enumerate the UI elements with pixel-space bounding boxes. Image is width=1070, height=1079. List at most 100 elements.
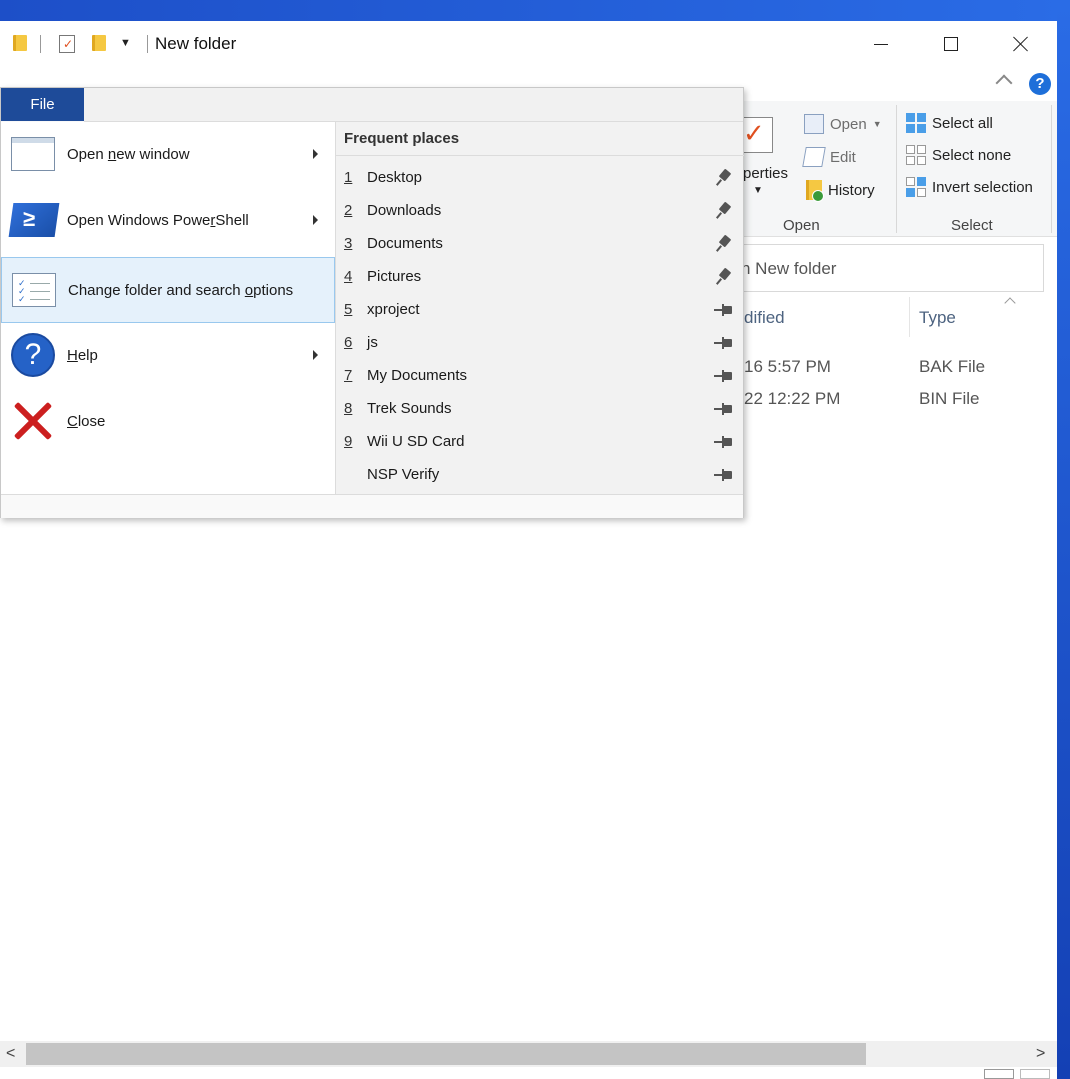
row-1-modified[interactable]: 16 5:57 PM: [744, 357, 831, 377]
maximize-button[interactable]: [928, 29, 974, 59]
select-none-button[interactable]: Select none: [906, 145, 1011, 165]
place-number: 5: [344, 301, 353, 318]
place-number: 9: [344, 433, 353, 450]
row-2-type[interactable]: BIN File: [919, 389, 979, 409]
frequent-place-item[interactable]: 7 My Documents: [336, 360, 744, 393]
select-all-button[interactable]: Select all: [906, 113, 993, 133]
desktop-background-right: [1057, 0, 1070, 1079]
search-input[interactable]: n New folder: [740, 244, 1044, 292]
properties-dropdown-icon[interactable]: ▼: [753, 185, 763, 196]
file-tab[interactable]: File: [1, 88, 84, 121]
place-name: js: [367, 334, 378, 351]
properties-quick-icon[interactable]: ✓: [59, 35, 75, 53]
history-icon: [806, 180, 824, 202]
frequent-places-pane: Frequent places 1 Desktop 2 Downloads 3 …: [335, 122, 744, 494]
place-name: Wii U SD Card: [367, 433, 465, 450]
open-dropdown-icon: ▼: [872, 119, 882, 129]
details-view-icon[interactable]: [984, 1069, 1014, 1079]
folder-options-icon: ✓ ✓ ✓: [12, 273, 56, 307]
pinned-icon[interactable]: [714, 234, 732, 252]
close-item[interactable]: Close: [1, 389, 335, 453]
help-icon[interactable]: ?: [1029, 73, 1051, 95]
frequent-place-item[interactable]: 6 js: [336, 327, 744, 360]
quick-access-separator: [40, 35, 41, 53]
new-window-icon: [11, 137, 55, 171]
properties-icon[interactable]: ✓: [743, 117, 773, 153]
help-question-icon: ?: [11, 333, 55, 377]
edit-button[interactable]: Edit: [802, 147, 856, 167]
frequent-place-item[interactable]: 9 Wii U SD Card: [336, 426, 744, 459]
file-menu-commands: Open new window ≥ Open Windows PowerShel…: [1, 122, 335, 494]
horizontal-scrollbar[interactable]: < >: [0, 1041, 1057, 1067]
edit-label: Edit: [830, 148, 856, 166]
unpinned-icon[interactable]: [714, 467, 732, 483]
invert-selection-button[interactable]: Invert selection: [906, 177, 1033, 197]
customize-toolbar-dropdown-icon[interactable]: ▼: [120, 37, 131, 49]
change-folder-options-item[interactable]: ✓ ✓ ✓ Change folder and search options: [1, 257, 335, 323]
properties-label[interactable]: perties: [743, 165, 788, 182]
open-label: Open: [830, 115, 867, 133]
place-number: 2: [344, 202, 353, 219]
desktop-background: [0, 0, 1070, 21]
frequent-place-item[interactable]: NSP Verify: [336, 459, 744, 492]
edit-icon: [802, 147, 826, 167]
large-icons-view-icon[interactable]: [1020, 1069, 1050, 1079]
scrollbar-thumb[interactable]: [26, 1043, 866, 1065]
column-separator[interactable]: [909, 297, 910, 337]
place-name: xproject: [367, 301, 420, 318]
title-bar: ✓ ▼ New folder: [0, 21, 1057, 67]
select-all-icon: [906, 113, 926, 133]
explorer-window: ✓ ▼ New folder ? ✓ perties ▼ Open ▼ Edit…: [0, 21, 1057, 1079]
place-number: 8: [344, 400, 353, 417]
title-separator: [147, 35, 148, 53]
help-item[interactable]: ? Help: [1, 323, 335, 387]
history-button[interactable]: History: [806, 180, 875, 202]
column-header-type[interactable]: Type: [919, 308, 956, 328]
scroll-left-icon[interactable]: <: [6, 1045, 15, 1063]
row-1-type[interactable]: BAK File: [919, 357, 985, 377]
help-label: Help: [67, 346, 98, 364]
new-folder-quick-icon[interactable]: [92, 35, 106, 51]
frequent-place-item[interactable]: 3 Documents: [336, 228, 744, 261]
frequent-place-item[interactable]: 5 xproject: [336, 294, 744, 327]
pinned-icon[interactable]: [714, 168, 732, 186]
frequent-place-item[interactable]: 8 Trek Sounds: [336, 393, 744, 426]
pinned-icon[interactable]: [714, 201, 732, 219]
minimize-icon: [874, 43, 888, 45]
row-2-modified[interactable]: 22 12:22 PM: [744, 389, 840, 409]
search-placeholder: n New folder: [741, 259, 837, 278]
column-header-date-modified[interactable]: dified: [744, 308, 785, 328]
open-powershell-item[interactable]: ≥ Open Windows PowerShell: [1, 188, 335, 252]
close-icon: [1013, 36, 1029, 52]
place-number: 4: [344, 268, 353, 285]
change-folder-options-label: Change folder and search options: [68, 281, 294, 299]
unpinned-icon[interactable]: [714, 302, 732, 318]
file-menu: File Open new window ≥ Open Windows Powe…: [0, 87, 744, 518]
open-new-window-item[interactable]: Open new window: [1, 122, 335, 186]
sort-ascending-icon: [1004, 297, 1016, 309]
frequent-place-item[interactable]: 4 Pictures: [336, 261, 744, 294]
pinned-icon[interactable]: [714, 267, 732, 285]
history-label: History: [828, 181, 875, 199]
file-menu-footer: [1, 494, 743, 518]
unpinned-icon[interactable]: [714, 401, 732, 417]
open-button[interactable]: Open ▼: [804, 114, 882, 134]
select-group-label: Select: [951, 217, 993, 234]
minimize-ribbon-chevron-icon[interactable]: [995, 74, 1013, 92]
submenu-arrow-icon: [313, 350, 318, 360]
close-red-x-icon: [11, 399, 55, 443]
select-none-label: Select none: [932, 146, 1012, 164]
unpinned-icon[interactable]: [714, 335, 732, 351]
invert-selection-icon: [906, 177, 926, 197]
place-name: Trek Sounds: [367, 400, 452, 417]
unpinned-icon[interactable]: [714, 368, 732, 384]
scroll-right-icon[interactable]: >: [1036, 1045, 1045, 1063]
frequent-place-item[interactable]: 2 Downloads: [336, 195, 744, 228]
place-name: NSP Verify: [367, 466, 440, 483]
frequent-place-item[interactable]: 1 Desktop: [336, 162, 744, 195]
close-window-button[interactable]: [998, 29, 1044, 59]
minimize-button[interactable]: [858, 29, 904, 59]
place-number: 6: [344, 334, 353, 351]
folder-icon: [13, 35, 27, 51]
unpinned-icon[interactable]: [714, 434, 732, 450]
